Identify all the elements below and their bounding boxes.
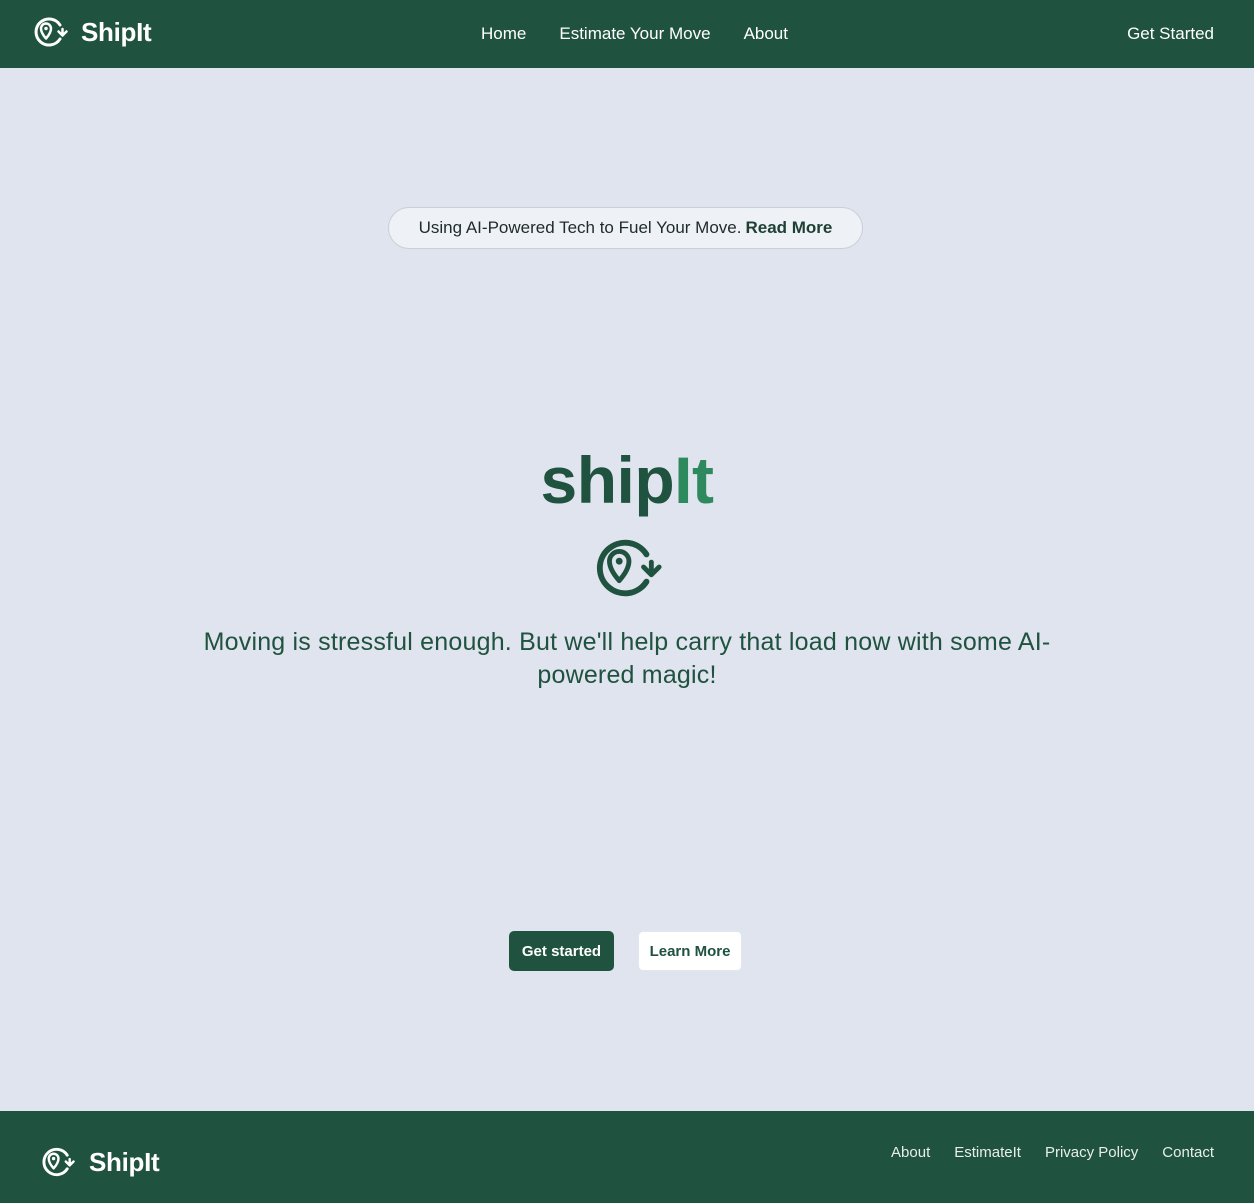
footer-link-estimateit[interactable]: EstimateIt bbox=[954, 1144, 1021, 1161]
footer-link-privacy-policy[interactable]: Privacy Policy bbox=[1045, 1144, 1138, 1161]
nav-link-home[interactable]: Home bbox=[481, 24, 526, 44]
main-nav: Home Estimate Your Move About bbox=[481, 0, 788, 68]
footer-link-contact[interactable]: Contact bbox=[1162, 1144, 1214, 1161]
get-started-button[interactable]: Get started bbox=[509, 931, 614, 971]
learn-more-button[interactable]: Learn More bbox=[638, 931, 742, 971]
location-pin-rotate-icon bbox=[34, 17, 68, 47]
hero-title-ship: ship bbox=[540, 443, 675, 517]
announcement-banner: Using AI-Powered Tech to Fuel Your Move.… bbox=[388, 207, 863, 249]
hero-title: shipIt bbox=[0, 442, 1254, 518]
footer-nav: About EstimateIt Privacy Policy Contact bbox=[891, 1144, 1214, 1161]
footer-brand-name: ShipIt bbox=[89, 1146, 160, 1177]
top-navbar: ShipIt Home Estimate Your Move About Get… bbox=[0, 0, 1254, 68]
nav-link-estimate[interactable]: Estimate Your Move bbox=[559, 24, 710, 44]
location-pin-rotate-icon bbox=[42, 1147, 75, 1177]
hero-title-it: It bbox=[674, 443, 714, 517]
announcement-text: Using AI-Powered Tech to Fuel Your Move. bbox=[418, 218, 742, 237]
footer-brand-link[interactable]: ShipIt bbox=[39, 1145, 160, 1179]
hero-tagline: Moving is stressful enough. But we'll he… bbox=[203, 628, 1051, 689]
footer-link-about[interactable]: About bbox=[891, 1144, 930, 1161]
location-pin-rotate-icon bbox=[596, 539, 662, 597]
read-more-link[interactable]: Read More bbox=[745, 218, 832, 238]
nav-link-about[interactable]: About bbox=[744, 24, 788, 44]
brand-name: ShipIt bbox=[81, 16, 152, 47]
footer: ShipIt About EstimateIt Privacy Policy C… bbox=[0, 1111, 1254, 1203]
brand-logo-link[interactable]: ShipIt bbox=[31, 14, 152, 50]
get-started-nav-link[interactable]: Get Started bbox=[1127, 0, 1214, 68]
